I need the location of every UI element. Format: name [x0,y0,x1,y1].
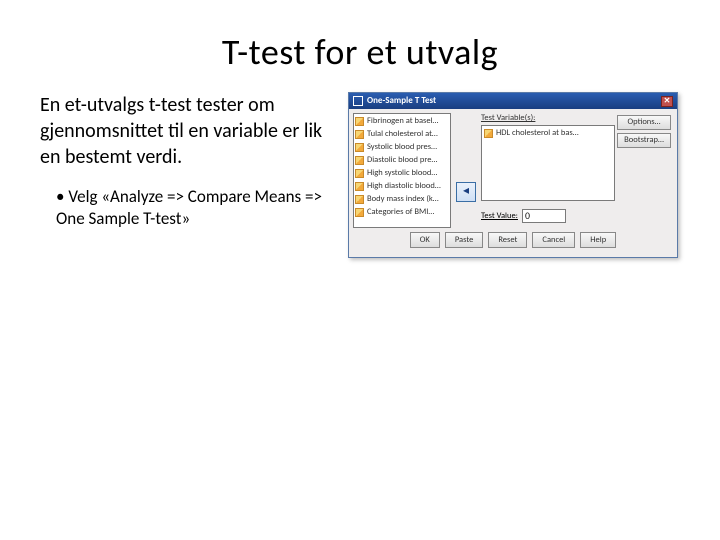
dialog-titlebar: One-Sample T Test ✕ [349,93,677,109]
cancel-button[interactable]: Cancel [532,232,575,248]
test-value-input[interactable] [522,209,566,223]
list-item[interactable]: Tulal cholesterol at… [355,128,449,141]
list-item[interactable]: Body mass index (k… [355,193,449,206]
scale-icon [355,195,364,204]
test-value-label: Test Value: [481,211,518,221]
list-item[interactable]: High diastolic blood… [355,180,449,193]
scale-icon [355,169,364,178]
paste-button[interactable]: Paste [445,232,484,248]
scale-icon [355,156,364,165]
scale-icon [355,117,364,126]
scale-icon [355,130,364,139]
help-button[interactable]: Help [580,232,616,248]
one-sample-ttest-dialog: One-Sample T Test ✕ Fibrinogen at basel…… [348,92,678,258]
list-item[interactable]: Diastolic blood pre… [355,154,449,167]
list-item[interactable]: Categories of BMI… [355,206,449,219]
close-icon[interactable]: ✕ [661,96,673,107]
scale-icon [355,143,364,152]
scale-icon [484,129,493,138]
lead-paragraph: En et-utvalgs t-test tester om gjennomsn… [40,92,340,170]
list-item[interactable]: High systolic blood… [355,167,449,180]
list-item[interactable]: Systolic blood pres… [355,141,449,154]
list-item[interactable]: Fibrinogen at basel… [355,115,449,128]
list-item[interactable]: HDL cholesterol at bas… [484,128,612,138]
dialog-title: One-Sample T Test [367,96,436,107]
body-text: En et-utvalgs t-test tester om gjennomsn… [40,92,340,230]
test-variables-label: Test Variable(s): [481,113,615,123]
scale-icon [355,182,364,191]
move-variable-button[interactable]: ◂ [456,182,476,202]
test-variable-list[interactable]: HDL cholesterol at bas… [481,125,615,201]
page-title: T-test for et utvalg [40,30,680,74]
source-variable-list[interactable]: Fibrinogen at basel… Tulal cholesterol a… [353,113,451,228]
bullet-item: Velg «Analyze => Compare Means => One Sa… [56,186,340,230]
reset-button[interactable]: Reset [488,232,527,248]
app-icon [353,96,363,106]
ok-button[interactable]: OK [410,232,440,248]
options-button[interactable]: Options… [617,115,671,130]
bootstrap-button[interactable]: Bootstrap… [617,133,671,148]
scale-icon [355,208,364,217]
